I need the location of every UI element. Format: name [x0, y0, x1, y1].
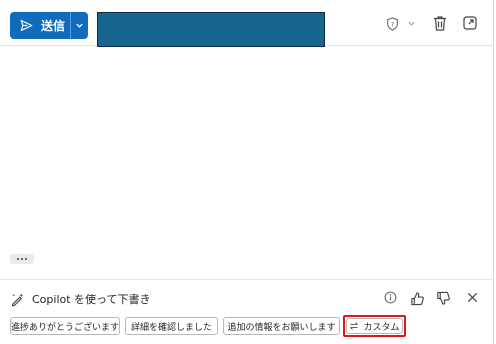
copilot-divider	[0, 279, 494, 280]
custom-chip-label: カスタム	[363, 322, 400, 333]
ellipsis-dot	[25, 258, 27, 260]
info-icon	[384, 291, 397, 304]
suggestion-chip[interactable]: 詳細を確認しました	[125, 317, 218, 335]
chevron-down-icon	[76, 23, 83, 28]
suggestion-chip[interactable]: 進捗ありがとうございます	[10, 317, 120, 335]
show-more-button[interactable]	[10, 254, 34, 264]
send-button-label: 送信	[41, 19, 66, 33]
sensitivity-button[interactable]: ?	[386, 17, 399, 31]
suggestion-chip[interactable]: 追加の情報をお願いします	[223, 317, 340, 335]
popout-button[interactable]	[462, 15, 478, 31]
compose-window: 送信 ? Copilot を使って下書き 進捗ありがとうございます 詳細を確認し…	[0, 0, 494, 344]
info-button[interactable]	[384, 291, 397, 304]
send-icon	[20, 19, 33, 32]
discard-button[interactable]	[432, 15, 448, 32]
custom-chip-highlight: カスタム	[343, 315, 406, 337]
thumbs-up-icon	[411, 292, 424, 306]
redacted-region	[97, 12, 325, 47]
trash-icon	[434, 16, 446, 31]
sensitivity-dropdown[interactable]	[407, 19, 416, 28]
send-button[interactable]: 送信	[10, 12, 70, 39]
thumbs-up-button[interactable]	[410, 291, 425, 306]
suggestion-chips: 進捗ありがとうございます 詳細を確認しました 追加の情報をお願いします	[10, 317, 340, 335]
copilot-title: Copilot を使って下書き	[32, 293, 151, 306]
sensitivity-icon: ?	[387, 17, 398, 31]
compose-toolbar: 送信 ?	[0, 0, 494, 47]
thumbs-down-button[interactable]	[436, 291, 451, 306]
ellipsis-dot	[21, 258, 23, 260]
close-copilot-button[interactable]	[466, 291, 479, 304]
copilot-header: Copilot を使って下書き	[10, 290, 151, 308]
popout-icon	[463, 16, 477, 30]
send-options-button[interactable]	[71, 12, 88, 39]
close-icon	[467, 292, 478, 303]
ellipsis-dot	[17, 258, 19, 260]
thumbs-down-icon	[437, 291, 450, 305]
swap-icon	[350, 322, 359, 330]
custom-chip[interactable]: カスタム	[346, 318, 403, 334]
send-split-button: 送信	[10, 12, 88, 39]
chevron-down-icon	[408, 21, 415, 26]
svg-text:?: ?	[391, 22, 394, 29]
copilot-pen-icon	[11, 292, 24, 306]
